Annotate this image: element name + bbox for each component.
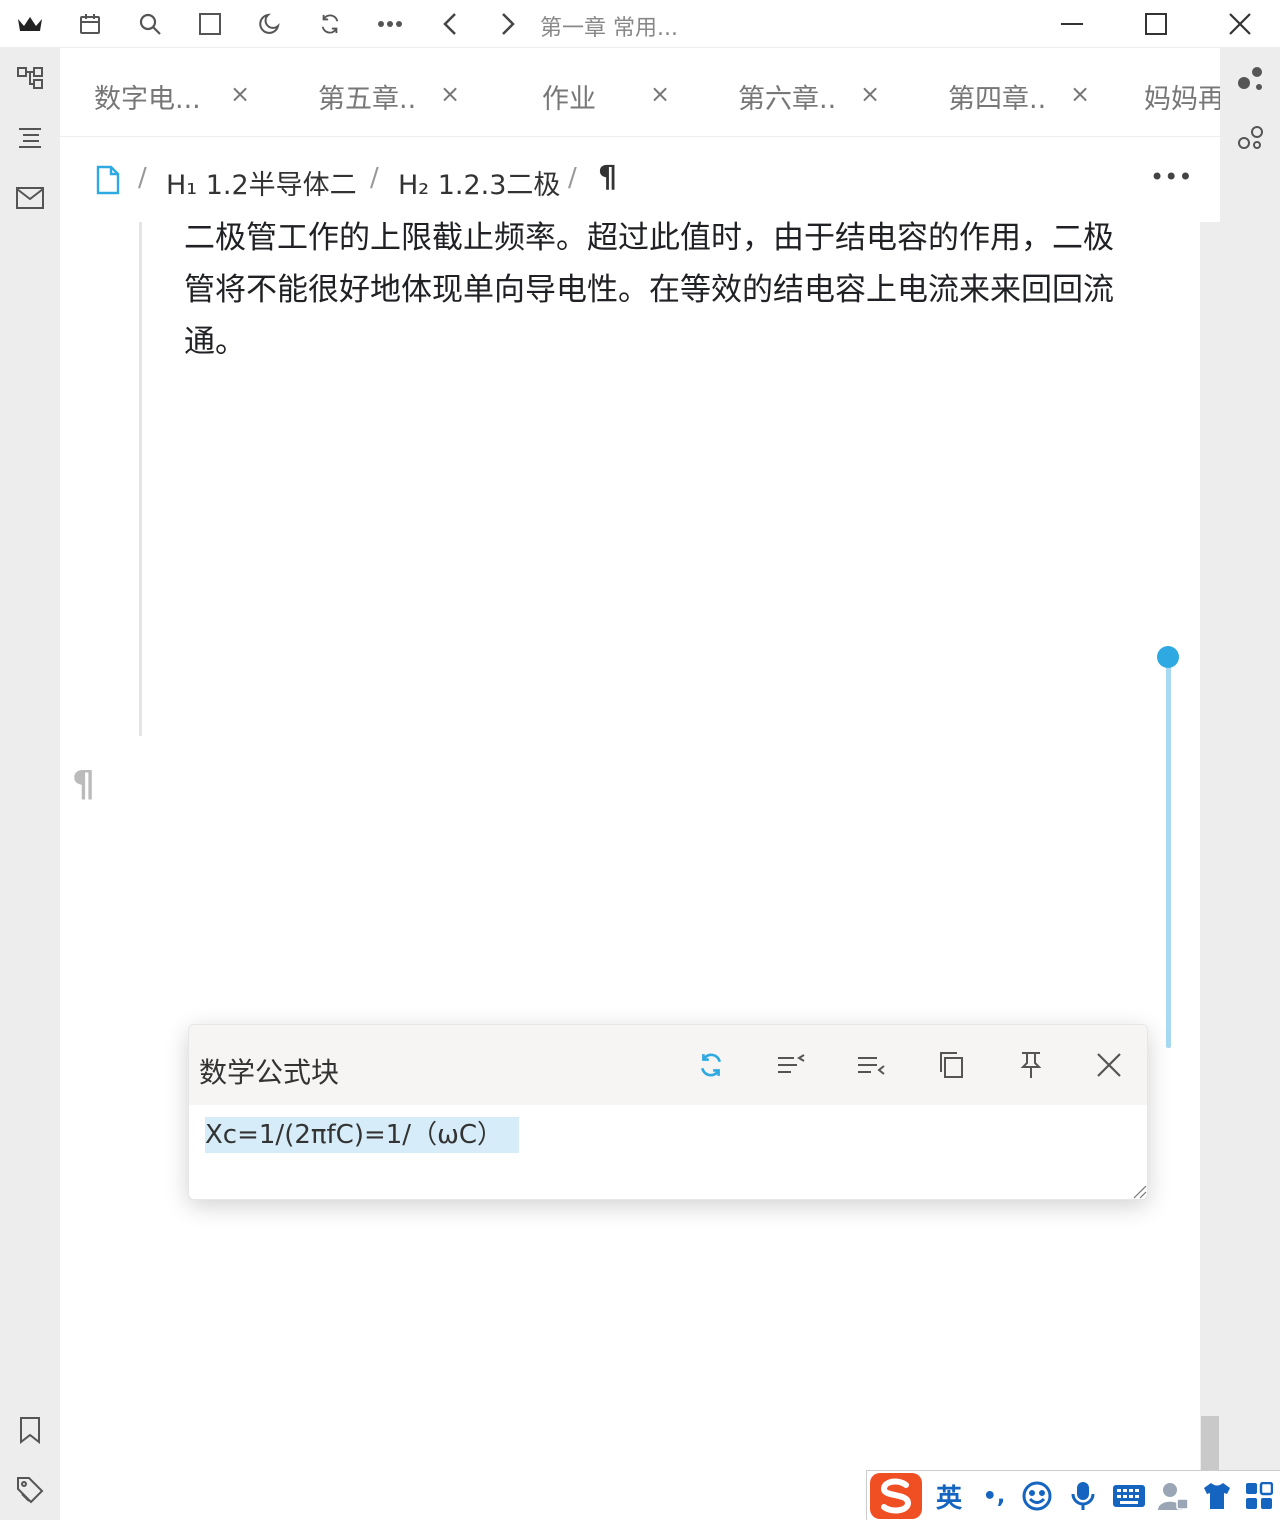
inbox-icon[interactable] <box>10 178 50 218</box>
refresh-icon[interactable] <box>691 1045 731 1085</box>
tab-close-icon[interactable]: × <box>230 80 250 108</box>
popup-header: 数学公式块 <box>189 1025 1147 1105</box>
tab-label: 数字电... <box>94 84 201 115</box>
tab-4[interactable]: 第六章.. × <box>710 48 920 136</box>
tab-label: 第五章.. <box>318 84 417 115</box>
tag-icon[interactable] <box>10 1470 50 1510</box>
ime-mode[interactable]: 英 <box>931 1477 967 1515</box>
maximize-icon[interactable] <box>1136 4 1176 44</box>
tab-label: 第四章.. <box>948 84 1047 115</box>
emoji-icon[interactable] <box>1019 1477 1055 1515</box>
sogou-logo-icon[interactable] <box>867 1471 925 1521</box>
keyboard-icon[interactable] <box>1109 1477 1149 1515</box>
more-icon[interactable] <box>370 4 410 44</box>
user-icon[interactable] <box>1155 1477 1191 1515</box>
tab-label: 第六章.. <box>738 84 837 115</box>
forward-icon[interactable] <box>488 4 528 44</box>
apps-icon[interactable] <box>1241 1477 1277 1515</box>
tab-2[interactable]: 第五章.. × <box>280 48 490 136</box>
breadcrumb-heading-2[interactable]: H₂ 1.2.3二极 <box>398 163 560 202</box>
calendar-icon[interactable] <box>70 4 110 44</box>
outline-icon[interactable] <box>10 118 50 158</box>
formula-text: Xc=1/(2πfC)=1/（ωC） <box>205 1117 519 1153</box>
tab-6[interactable]: 妈妈再 <box>1130 48 1220 136</box>
formula-textarea[interactable]: Xc=1/(2πfC)=1/（ωC） <box>189 1105 1147 1199</box>
tab-label: 妈妈再 <box>1144 84 1220 115</box>
crown-icon[interactable] <box>10 4 50 44</box>
popup-title: 数学公式块 <box>199 1056 340 1089</box>
back-icon[interactable] <box>430 4 470 44</box>
title-bar: 第一章 常用... <box>0 0 1280 48</box>
ime-toolbar: 英 •, <box>866 1470 1280 1520</box>
mic-icon[interactable] <box>1065 1477 1101 1515</box>
tab-close-icon[interactable]: × <box>650 80 670 108</box>
tab-5[interactable]: 第四章.. × <box>920 48 1130 136</box>
moon-icon[interactable] <box>250 4 290 44</box>
paragraph-line: 二极管工作的上限截止频率。超过此值时，由于结电容的作用，二极 <box>184 220 1114 256</box>
copy-icon[interactable] <box>931 1045 971 1085</box>
tab-label: 作业 <box>542 84 596 115</box>
blockquote-bar <box>139 222 142 736</box>
sync-icon[interactable] <box>310 4 350 44</box>
editor-content <box>60 222 1200 1520</box>
breadcrumb-paragraph[interactable]: ¶ <box>598 160 617 195</box>
tab-3[interactable]: 作业 × <box>500 48 710 136</box>
close-icon[interactable] <box>1089 1045 1129 1085</box>
slider-handle[interactable] <box>1157 646 1179 668</box>
align-left-icon[interactable] <box>771 1045 811 1085</box>
more-icon[interactable]: ••• <box>1150 163 1192 191</box>
skin-icon[interactable] <box>1199 1477 1235 1515</box>
paragraph-line: 通。 <box>184 324 246 360</box>
breadcrumb-separator: / <box>370 163 379 193</box>
document-title[interactable]: 第一章 常用... <box>540 10 678 42</box>
global-graph-icon[interactable] <box>1230 118 1270 158</box>
tab-close-icon[interactable]: × <box>440 80 460 108</box>
math-block-popup: 数学公式块 Xc=1/(2πfC)=1/（ωC） <box>188 1024 1148 1200</box>
search-icon[interactable] <box>130 4 170 44</box>
tab-close-icon[interactable]: × <box>860 80 880 108</box>
close-icon[interactable] <box>1220 4 1260 44</box>
breadcrumb-separator: / <box>568 163 577 193</box>
block-handle-icon[interactable]: ¶ <box>72 764 95 805</box>
breadcrumb: / H₁ 1.2半导体二 / H₂ 1.2.3二极 / ¶ ••• <box>60 137 1220 222</box>
breadcrumb-separator: / <box>138 163 147 193</box>
file-tree-icon[interactable] <box>10 58 50 98</box>
right-dock <box>1220 48 1280 1520</box>
graph-icon[interactable] <box>1230 58 1270 98</box>
bookmark-icon[interactable] <box>10 1410 50 1450</box>
pin-icon[interactable] <box>1011 1045 1051 1085</box>
breadcrumb-heading-1[interactable]: H₁ 1.2半导体二 <box>166 163 357 202</box>
left-dock <box>0 48 60 1520</box>
paragraph-line: 管将不能很好地体现单向导电性。在等效的结电容上电流来来回回流 <box>184 272 1114 308</box>
align-right-icon[interactable] <box>851 1045 891 1085</box>
tab-1[interactable]: 数字电... × <box>60 48 270 136</box>
slider-track[interactable] <box>1166 660 1171 1048</box>
ime-punctuation[interactable]: •, <box>979 1477 1009 1515</box>
resize-grip-icon[interactable] <box>1131 1183 1147 1199</box>
paragraph[interactable]: 二极管工作的上限截止频率。超过此值时，由于结电容的作用，二极 管将不能很好地体现… <box>184 212 1154 368</box>
square-icon[interactable] <box>190 4 230 44</box>
tab-bar: 数字电... × 第五章.. × 作业 × 第六章.. × 第四章.. × 妈妈… <box>60 48 1220 137</box>
tab-close-icon[interactable]: × <box>1070 80 1090 108</box>
minimize-icon[interactable] <box>1052 4 1092 44</box>
scrollbar-track[interactable] <box>1200 222 1220 1520</box>
document-icon[interactable] <box>96 165 120 195</box>
